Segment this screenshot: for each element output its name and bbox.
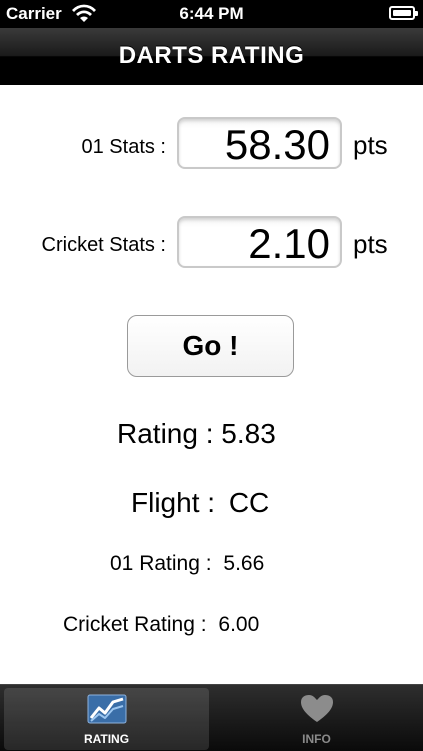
nav-bar: DARTS RATING	[0, 28, 423, 85]
rating-label: Rating :	[117, 418, 214, 449]
page-title: DARTS RATING	[118, 42, 305, 69]
clock: 6:44 PM	[179, 4, 244, 23]
tab-rating-label: RATING	[83, 732, 130, 746]
rating-row: Rating : 5.83	[117, 418, 276, 450]
o1-stats-value: 58.30	[224, 121, 330, 168]
cricket-stats-label: Cricket Stats :	[41, 234, 166, 256]
cricket-rating-value: 6.00	[218, 613, 260, 636]
rating-value: 5.83	[221, 418, 276, 449]
o1-rating-label: 01 Rating :	[110, 552, 212, 575]
cricket-stats-value: 2.10	[248, 220, 330, 267]
cricket-rating-label: Cricket Rating :	[63, 613, 207, 636]
go-button[interactable]: Go !	[127, 315, 294, 377]
o1-rating-value: 5.66	[223, 552, 265, 575]
o1-rating-row: 01 Rating : 5.66	[110, 552, 264, 576]
chart-icon	[87, 694, 126, 724]
o1-stats-label: 01 Stats :	[81, 136, 167, 158]
flight-row: Flight : CC	[131, 487, 269, 519]
tab-info[interactable]: INFO	[214, 688, 419, 750]
flight-label: Flight :	[131, 487, 216, 518]
tab-info-label: INFO	[302, 732, 331, 746]
o1-stats-field[interactable]: 58.30	[177, 117, 342, 169]
status-bar: Carrier 6:44 PM	[0, 0, 423, 28]
cricket-rating-row: Cricket Rating : 6.00	[63, 613, 259, 637]
o1-stats-unit: pts	[353, 130, 388, 160]
cricket-stats-unit: pts	[353, 229, 388, 259]
cricket-stats-field[interactable]: 2.10	[177, 216, 342, 268]
tab-bar: RATING INFO	[0, 684, 423, 751]
tab-rating[interactable]: RATING	[4, 688, 209, 750]
flight-value: CC	[228, 487, 270, 518]
battery-icon	[389, 6, 418, 20]
heart-icon	[300, 695, 333, 722]
